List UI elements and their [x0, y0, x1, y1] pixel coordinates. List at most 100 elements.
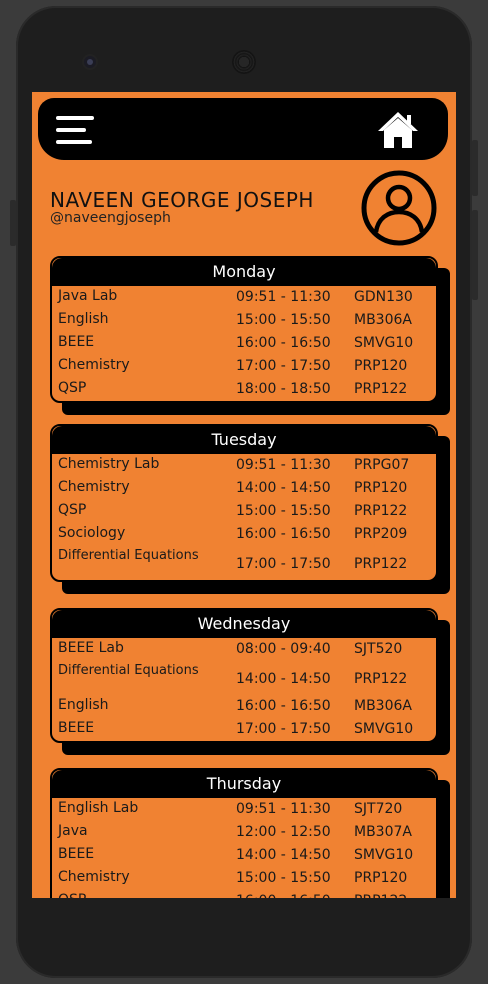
class-row[interactable]: Chemistry 14:00 - 14:50 PRP120 [52, 477, 436, 500]
class-row[interactable]: English 15:00 - 15:50 MB306A [52, 309, 436, 332]
day-header: Monday [52, 258, 436, 286]
class-subject: BEEE Lab [58, 640, 124, 656]
class-time: 16:00 - 16:50 [236, 335, 331, 351]
class-room: PRP122 [354, 893, 407, 898]
class-row[interactable]: QSP 16:00 - 16:50 PRP122 [52, 890, 436, 898]
day-card-body: Tuesday Chemistry Lab 09:51 - 11:30 PRPG07 C… [50, 424, 438, 582]
class-row[interactable]: Sociology 16:00 - 16:50 PRP209 [52, 523, 436, 546]
class-subject: Sociology [58, 525, 126, 541]
class-room: PRP120 [354, 480, 408, 496]
class-row[interactable]: English 16:00 - 16:50 MB306A [52, 695, 436, 718]
class-room: MB307A [354, 824, 412, 840]
class-room: MB306A [354, 312, 412, 328]
class-room: SMVG10 [354, 721, 414, 737]
class-row[interactable]: QSP 15:00 - 15:50 PRP122 [52, 500, 436, 523]
class-time: 15:00 - 15:50 [236, 503, 331, 519]
class-subject: BEEE [58, 720, 95, 736]
class-room: PRP122 [354, 503, 408, 519]
class-room: PRP122 [354, 556, 408, 572]
day-card-body: Monday Java Lab 09:51 - 11:30 GDN130 English… [50, 256, 438, 403]
day-header: Thursday [52, 770, 436, 798]
home-icon[interactable] [376, 110, 420, 150]
power-button [10, 200, 16, 246]
class-row[interactable]: BEEE 16:00 - 16:50 SMVG10 [52, 332, 436, 355]
day-card-monday: Monday Java Lab 09:51 - 11:30 GDN130 English… [50, 256, 450, 415]
class-row[interactable]: English Lab 09:51 - 11:30 SJT720 [52, 798, 436, 821]
class-row[interactable]: BEEE 17:00 - 17:50 SMVG10 [52, 718, 436, 741]
day-card-body: Thursday English Lab 09:51 - 11:30 SJT720 Ja… [50, 768, 438, 898]
profile-name: NAVEEN GEORGE JOSEPH [50, 188, 314, 212]
class-time: 12:00 - 12:50 [236, 824, 331, 840]
profile-handle: @naveengjoseph [50, 210, 171, 226]
class-time: 17:00 - 17:50 [236, 358, 331, 374]
class-subject: BEEE [58, 846, 95, 862]
class-room: SJT720 [354, 801, 403, 817]
class-room: MB306A [354, 698, 412, 714]
class-time: 16:00 - 16:50 [236, 526, 331, 542]
class-subject: Differential Equations [58, 548, 199, 563]
class-subject: QSP [58, 380, 87, 396]
volume-button-lower [472, 210, 478, 300]
class-room: PRP209 [354, 526, 408, 542]
volume-button [472, 140, 478, 196]
class-time: 17:00 - 17:50 [236, 556, 331, 572]
class-room: PRP122 [354, 381, 408, 397]
day-card-tuesday: Tuesday Chemistry Lab 09:51 - 11:30 PRPG07 C… [50, 424, 450, 594]
class-subject: English [58, 697, 109, 713]
class-time: 18:00 - 18:50 [236, 381, 331, 397]
class-subject: Java [58, 823, 88, 839]
day-card-thursday: Thursday English Lab 09:51 - 11:30 SJT720 Ja… [50, 768, 450, 898]
class-subject: Differential Equations [58, 663, 199, 678]
class-subject: Java Lab [58, 288, 118, 304]
class-room: PRPG07 [354, 457, 410, 473]
class-subject: Chemistry [58, 479, 130, 495]
day-card-body: Wednesday BEEE Lab 08:00 - 09:40 SJT520 Diff… [50, 608, 438, 743]
class-time: 14:00 - 14:50 [236, 671, 331, 687]
class-time: 09:51 - 11:30 [236, 801, 331, 817]
class-time: 16:00 - 16:50 [236, 893, 331, 898]
class-row[interactable]: Java 12:00 - 12:50 MB307A [52, 821, 436, 844]
class-subject: QSP [58, 893, 228, 898]
class-time: 17:00 - 17:50 [236, 721, 331, 737]
class-subject: English Lab [58, 800, 139, 816]
class-time: 09:51 - 11:30 [236, 457, 331, 473]
class-row[interactable]: Chemistry Lab 09:51 - 11:30 PRPG07 [52, 454, 436, 477]
class-time: 15:00 - 15:50 [236, 870, 331, 886]
class-row[interactable]: BEEE Lab 08:00 - 09:40 SJT520 [52, 638, 436, 661]
class-time: 09:51 - 11:30 [236, 289, 331, 305]
user-avatar-icon[interactable] [358, 170, 440, 246]
class-subject: Chemistry [58, 357, 130, 373]
class-row[interactable]: Chemistry 17:00 - 17:50 PRP120 [52, 355, 436, 378]
front-camera [84, 56, 96, 68]
class-time: 08:00 - 09:40 [236, 641, 331, 657]
day-header: Wednesday [52, 610, 436, 638]
class-room: PRP120 [354, 358, 408, 374]
class-time: 14:00 - 14:50 [236, 847, 331, 863]
class-subject: Chemistry Lab [58, 456, 160, 472]
class-subject: BEEE [58, 334, 95, 350]
hamburger-menu-icon[interactable] [56, 116, 94, 144]
class-time: 15:00 - 15:50 [236, 312, 331, 328]
class-time: 14:00 - 14:50 [236, 480, 331, 496]
speaker-grille [232, 50, 256, 74]
class-row[interactable]: Java Lab 09:51 - 11:30 GDN130 [52, 286, 436, 309]
class-subject: QSP [58, 502, 87, 518]
day-header: Tuesday [52, 426, 436, 454]
class-row[interactable]: QSP 18:00 - 18:50 PRP122 [52, 378, 436, 401]
class-time: 16:00 - 16:50 [236, 698, 331, 714]
class-row[interactable]: Chemistry 15:00 - 15:50 PRP120 [52, 867, 436, 890]
class-row[interactable]: BEEE 14:00 - 14:50 SMVG10 [52, 844, 436, 867]
day-card-wednesday: Wednesday BEEE Lab 08:00 - 09:40 SJT520 Diff… [50, 608, 450, 755]
class-room: PRP120 [354, 870, 408, 886]
class-row[interactable]: Differential Equations 17:00 - 17:50 PRP12… [52, 546, 436, 580]
top-navigation-bar [38, 98, 448, 160]
class-subject: Chemistry [58, 869, 130, 885]
class-subject: English [58, 311, 109, 327]
class-room: SJT520 [354, 641, 403, 657]
class-room: SMVG10 [354, 847, 414, 863]
class-room: GDN130 [354, 289, 413, 305]
app-screen: NAVEEN GEORGE JOSEPH @naveengjoseph Mond… [32, 92, 456, 898]
class-room: SMVG10 [354, 335, 414, 351]
class-row[interactable]: Differential Equations 14:00 - 14:50 PRP12… [52, 661, 436, 695]
class-room: PRP122 [354, 671, 408, 687]
